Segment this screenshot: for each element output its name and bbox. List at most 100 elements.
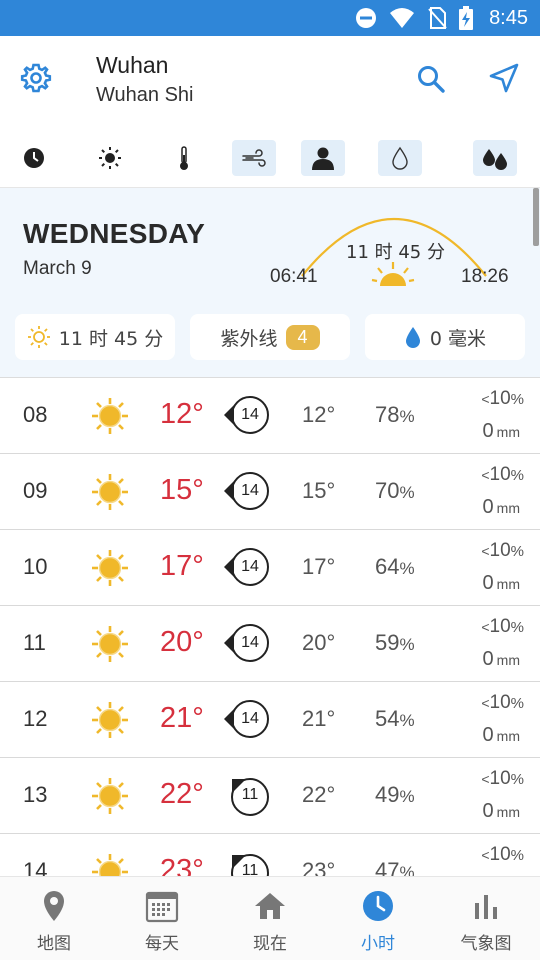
person-icon — [312, 147, 334, 170]
humidity: 70% — [375, 478, 415, 503]
bar-chart-icon — [475, 895, 497, 919]
scrollbar[interactable] — [533, 188, 539, 246]
region-name[interactable]: Wuhan Shi — [96, 84, 193, 107]
hour-row[interactable]: 09 15° 14 15° 70% <10% 0 mm — [0, 454, 540, 530]
precipitation-probability: <10% — [481, 616, 524, 637]
nav-charts-label: 气象图 — [460, 934, 512, 954]
data-filter-row — [0, 122, 540, 188]
precipitation-amount: 0 mm — [482, 648, 520, 670]
hour-label: 12 — [23, 706, 48, 731]
hour-label: 09 — [23, 478, 48, 503]
do-not-disturb-icon — [356, 8, 377, 28]
precipitation-probability: <10% — [481, 464, 524, 485]
wifi-icon — [390, 8, 415, 28]
map-pin-icon — [44, 891, 64, 921]
nav-daily[interactable]: 每天 — [117, 889, 207, 954]
nav-charts[interactable]: 气象图 — [441, 889, 531, 954]
date-label: March 9 — [23, 258, 92, 279]
sunshine-duration: 11 时 45 分 — [58, 327, 164, 350]
raindrops-icon — [483, 149, 507, 170]
nav-map-label: 地图 — [37, 934, 71, 954]
wind-direction-icon: 11 — [222, 774, 272, 816]
filter-wind-button[interactable] — [232, 140, 276, 176]
search-icon[interactable] — [416, 64, 446, 94]
feels-like-temperature: 12° — [302, 402, 336, 427]
gear-icon[interactable] — [20, 62, 52, 94]
hourly-forecast-list[interactable]: 08 12° 14 12° 78% <10% 0 mm 09 15° 14 15° 70% <10% 0 mm… — [0, 378, 540, 876]
nav-now[interactable]: 现在 — [225, 889, 315, 954]
wind-direction-icon: 14 — [222, 394, 272, 436]
app-bar: Wuhan Wuhan Shi — [0, 36, 540, 122]
filter-temperature-button[interactable] — [170, 140, 198, 176]
sunny-icon — [90, 700, 130, 740]
humidity: 64% — [375, 554, 415, 579]
sunny-icon — [90, 624, 130, 664]
status-bar: 8:45 — [0, 0, 540, 36]
precipitation-probability: <10% — [481, 388, 524, 409]
filter-time-button[interactable] — [20, 140, 48, 176]
status-time: 8:45 — [489, 6, 528, 29]
sun-icon — [99, 147, 121, 169]
hour-row[interactable]: 10 17° 14 17° 64% <10% 0 mm — [0, 530, 540, 606]
temperature: 20° — [160, 626, 204, 658]
humidity: 47% — [375, 858, 415, 876]
precipitation-probability: <10% — [481, 768, 524, 789]
wind-speed: 14 — [241, 558, 259, 575]
calendar-icon — [145, 891, 179, 923]
hour-row[interactable]: 1423°1123°47%<10%0mm — [0, 834, 540, 876]
sunny-icon — [90, 776, 130, 816]
battery-charging-icon — [459, 6, 474, 30]
precipitation-amount: 0 mm — [482, 420, 520, 442]
nav-hourly[interactable]: 小时 — [333, 889, 423, 954]
wind-speed: 14 — [241, 634, 259, 651]
precipitation-amount: 0 mm — [482, 800, 520, 822]
temperature: 23° — [160, 854, 204, 876]
uv-value-badge: 4 — [285, 324, 320, 350]
humidity: 59% — [375, 630, 415, 655]
filter-feels-like-button[interactable] — [301, 140, 345, 176]
precipitation-amount: 0 mm — [482, 572, 520, 594]
wind-direction-icon: 14 — [222, 622, 272, 664]
filter-humidity-button[interactable] — [378, 140, 422, 176]
weekday-label: WEDNESDAY — [23, 218, 206, 249]
navigation-arrow-icon[interactable] — [488, 62, 520, 94]
home-icon — [255, 893, 285, 919]
city-name[interactable]: Wuhan — [96, 52, 168, 79]
humidity: 54% — [375, 706, 415, 731]
feels-like-temperature: 15° — [302, 478, 336, 503]
no-sim-icon — [428, 7, 447, 29]
wind-direction-icon: 14 — [222, 546, 272, 588]
hour-row[interactable]: 08 12° 14 12° 78% <10% 0 mm — [0, 378, 540, 454]
nav-map[interactable]: 地图 — [9, 889, 99, 954]
hour-label: 14 — [23, 858, 48, 876]
temperature: 22° — [160, 778, 204, 810]
hour-row[interactable]: 11 20° 14 20° 59% <10% 0 mm — [0, 606, 540, 682]
sunny-icon — [90, 396, 130, 436]
nav-hourly-label: 小时 — [361, 934, 395, 954]
humidity: 49% — [375, 782, 415, 807]
sunny-icon — [90, 548, 130, 588]
nav-now-label: 现在 — [253, 934, 287, 954]
filter-precipitation-button[interactable] — [473, 140, 517, 176]
bottom-navigation: 地图 每天 现在 小时 气象图 — [0, 876, 540, 960]
filter-weather-button[interactable] — [96, 140, 124, 176]
day-summary-panel: WEDNESDAY March 9 11 时 45 分 06:41 18:26 … — [0, 188, 540, 378]
feels-like-temperature: 22° — [302, 782, 336, 807]
sunshine-duration-chip: 11 时 45 分 — [15, 314, 175, 360]
thermometer-icon — [180, 146, 188, 170]
uv-index-chip: 紫外线 4 — [190, 314, 350, 360]
nav-daily-label: 每天 — [145, 934, 179, 954]
sunrise-time: 06:41 — [270, 266, 318, 287]
wind-speed: 14 — [241, 710, 259, 727]
sun-outline-icon — [27, 326, 50, 348]
hour-row[interactable]: 12 21° 14 21° 54% <10% 0 mm — [0, 682, 540, 758]
sunset-time: 18:26 — [461, 266, 509, 287]
wind-speed: 14 — [241, 406, 259, 423]
uv-label: 紫外线 — [220, 327, 278, 350]
wind-direction-icon: 11 — [222, 850, 272, 876]
temperature: 21° — [160, 702, 204, 734]
wind-direction-icon: 14 — [222, 470, 272, 512]
hour-row[interactable]: 13 22° 11 22° 49% <10% 0 mm — [0, 758, 540, 834]
clock-icon — [363, 891, 393, 921]
feels-like-temperature: 20° — [302, 630, 336, 655]
